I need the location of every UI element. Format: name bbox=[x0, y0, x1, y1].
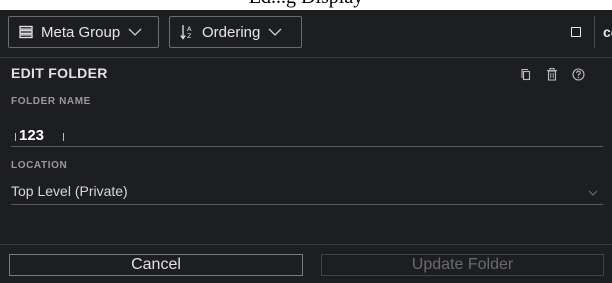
help-icon[interactable] bbox=[565, 63, 591, 85]
trash-icon[interactable] bbox=[539, 63, 565, 85]
copy-icon[interactable] bbox=[513, 63, 539, 85]
edit-folder-title: EDIT FOLDER bbox=[11, 65, 108, 81]
chevron-down-icon bbox=[268, 28, 282, 36]
location-label: LOCATION bbox=[11, 160, 68, 171]
list-icon bbox=[19, 25, 33, 39]
location-select[interactable]: Top Level (Private) bbox=[11, 181, 603, 205]
svg-text:Z: Z bbox=[187, 32, 192, 40]
folder-name-input[interactable]: 123 bbox=[11, 123, 603, 147]
cancel-button[interactable]: Cancel bbox=[9, 254, 303, 276]
edit-folder-panel: Meta Group A Z Ordering co bbox=[0, 10, 612, 283]
folder-name-label: FOLDER NAME bbox=[11, 96, 91, 107]
meta-group-dropdown[interactable]: Meta Group bbox=[8, 16, 159, 48]
text-cursor bbox=[15, 133, 16, 141]
folder-name-value: 123 bbox=[19, 127, 45, 144]
meta-group-label: Meta Group bbox=[41, 23, 121, 41]
update-folder-button[interactable]: Update Folder bbox=[321, 254, 604, 276]
toolbar: Meta Group A Z Ordering co bbox=[0, 10, 612, 58]
maximize-button[interactable] bbox=[560, 16, 592, 48]
location-selected-value: Top Level (Private) bbox=[11, 183, 128, 199]
sort-icon: A Z bbox=[180, 24, 194, 40]
square-icon bbox=[571, 27, 581, 37]
header-actions bbox=[513, 63, 591, 85]
chevron-down-icon bbox=[588, 190, 598, 196]
toolbar-cut-off-label[interactable]: co bbox=[603, 24, 612, 40]
ordering-label: Ordering bbox=[202, 23, 261, 41]
text-cursor bbox=[63, 133, 64, 141]
toolbar-divider bbox=[594, 16, 595, 48]
footer-divider bbox=[0, 244, 612, 245]
page-title-strip: Ed...g Display bbox=[0, 0, 612, 10]
chevron-down-icon bbox=[128, 28, 142, 36]
page-title: Ed...g Display bbox=[0, 0, 612, 8]
ordering-dropdown[interactable]: A Z Ordering bbox=[169, 16, 302, 48]
